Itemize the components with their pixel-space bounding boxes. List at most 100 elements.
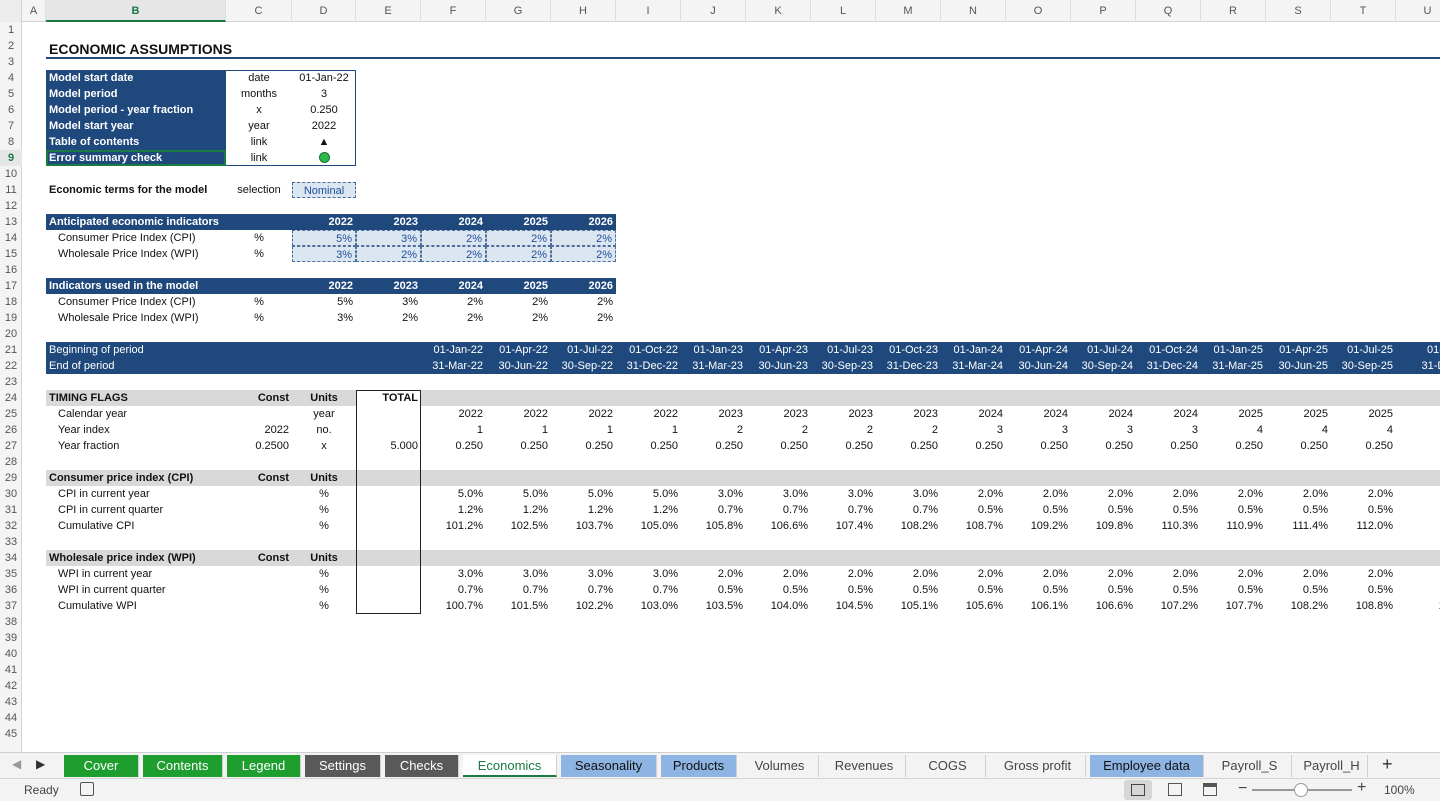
row-header-20[interactable]: 20: [0, 326, 22, 342]
row-header-29[interactable]: 29: [0, 470, 22, 486]
zoom-slider-thumb[interactable]: [1294, 783, 1308, 797]
row-header-35[interactable]: 35: [0, 566, 22, 582]
row-header-11[interactable]: 11: [0, 182, 22, 198]
row-header-9[interactable]: 9: [0, 150, 22, 166]
sheet-grid[interactable]: ECONOMIC ASSUMPTIONS Model start date date…: [22, 22, 1440, 752]
input-cell[interactable]: 2%: [421, 230, 486, 246]
normal-view-icon[interactable]: [1124, 780, 1152, 800]
scroll-right-icon[interactable]: ▶: [36, 757, 45, 771]
row-header-6[interactable]: 6: [0, 102, 22, 118]
column-header-m[interactable]: M: [876, 0, 941, 22]
input-cell[interactable]: 3%: [292, 246, 356, 262]
input-cell[interactable]: 5%: [292, 230, 356, 246]
row-header-30[interactable]: 30: [0, 486, 22, 502]
sheet-tab-cover[interactable]: Cover: [64, 755, 139, 777]
row-header-27[interactable]: 27: [0, 438, 22, 454]
input-cell[interactable]: 2%: [486, 246, 551, 262]
page-layout-icon[interactable]: [1168, 783, 1182, 796]
column-header-k[interactable]: K: [746, 0, 811, 22]
sheet-tab-seasonality[interactable]: Seasonality: [561, 755, 657, 777]
sheet-tab-employee-data[interactable]: Employee data: [1090, 755, 1204, 777]
input-cell[interactable]: 3%: [356, 230, 421, 246]
row-header-28[interactable]: 28: [0, 454, 22, 470]
sheet-tab-cogs[interactable]: COGS: [910, 755, 986, 777]
sheet-tab-payroll-s[interactable]: Payroll_S: [1208, 755, 1292, 777]
row-header-21[interactable]: 21: [0, 342, 22, 358]
row-header-7[interactable]: 7: [0, 118, 22, 134]
select-all-corner[interactable]: [0, 0, 22, 22]
row-header-39[interactable]: 39: [0, 630, 22, 646]
sheet-tab-legend[interactable]: Legend: [227, 755, 301, 777]
column-header-u[interactable]: U: [1396, 0, 1440, 22]
econ-terms-select[interactable]: Nominal: [292, 182, 356, 198]
input-cell[interactable]: 2%: [551, 230, 616, 246]
input-cell[interactable]: 2%: [421, 246, 486, 262]
column-header-f[interactable]: F: [421, 0, 486, 22]
row-header-34[interactable]: 34: [0, 550, 22, 566]
row-header-40[interactable]: 40: [0, 646, 22, 662]
row-header-16[interactable]: 16: [0, 262, 22, 278]
row-header-19[interactable]: 19: [0, 310, 22, 326]
column-header-p[interactable]: P: [1071, 0, 1136, 22]
column-header-q[interactable]: Q: [1136, 0, 1201, 22]
row-header-36[interactable]: 36: [0, 582, 22, 598]
row-header-41[interactable]: 41: [0, 662, 22, 678]
column-header-o[interactable]: O: [1006, 0, 1071, 22]
row-header-43[interactable]: 43: [0, 694, 22, 710]
column-header-i[interactable]: I: [616, 0, 681, 22]
row-header-8[interactable]: 8: [0, 134, 22, 150]
column-header-b[interactable]: B: [46, 0, 226, 22]
row-header-12[interactable]: 12: [0, 198, 22, 214]
column-header-g[interactable]: G: [486, 0, 551, 22]
column-header-l[interactable]: L: [811, 0, 876, 22]
row-header-14[interactable]: 14: [0, 230, 22, 246]
sheet-tab-economics[interactable]: Economics: [463, 755, 557, 777]
zoom-level[interactable]: 100%: [1384, 783, 1415, 797]
row-header-17[interactable]: 17: [0, 278, 22, 294]
sheet-tab-revenues[interactable]: Revenues: [823, 755, 906, 777]
column-header-h[interactable]: H: [551, 0, 616, 22]
add-sheet-button[interactable]: +: [1382, 754, 1393, 775]
sheet-tab-contents[interactable]: Contents: [143, 755, 223, 777]
row-header-18[interactable]: 18: [0, 294, 22, 310]
row-header-4[interactable]: 4: [0, 70, 22, 86]
row-header-42[interactable]: 42: [0, 678, 22, 694]
row-header-24[interactable]: 24: [0, 390, 22, 406]
row-header-26[interactable]: 26: [0, 422, 22, 438]
row-header-31[interactable]: 31: [0, 502, 22, 518]
row-header-32[interactable]: 32: [0, 518, 22, 534]
row-header-22[interactable]: 22: [0, 358, 22, 374]
row-header-2[interactable]: 2: [0, 38, 22, 54]
error-check-link[interactable]: [292, 150, 356, 166]
column-header-c[interactable]: C: [226, 0, 292, 22]
input-cell[interactable]: 2%: [486, 230, 551, 246]
row-header-10[interactable]: 10: [0, 166, 22, 182]
sheet-tab-products[interactable]: Products: [661, 755, 737, 777]
accessibility-icon[interactable]: [80, 782, 94, 796]
input-cell[interactable]: 2%: [551, 246, 616, 262]
page-break-icon[interactable]: [1203, 783, 1217, 796]
row-header-44[interactable]: 44: [0, 710, 22, 726]
row-header-33[interactable]: 33: [0, 534, 22, 550]
row-header-15[interactable]: 15: [0, 246, 22, 262]
column-header-j[interactable]: J: [681, 0, 746, 22]
row-header-13[interactable]: 13: [0, 214, 22, 230]
row-header-3[interactable]: 3: [0, 54, 22, 70]
row-header-38[interactable]: 38: [0, 614, 22, 630]
column-header-e[interactable]: E: [356, 0, 421, 22]
row-header-23[interactable]: 23: [0, 374, 22, 390]
row-header-5[interactable]: 5: [0, 86, 22, 102]
zoom-slider[interactable]: [1252, 783, 1352, 797]
toc-link[interactable]: ▲: [292, 134, 356, 150]
input-cell[interactable]: 2%: [356, 246, 421, 262]
sheet-tab-checks[interactable]: Checks: [385, 755, 459, 777]
row-header-37[interactable]: 37: [0, 598, 22, 614]
row-header-25[interactable]: 25: [0, 406, 22, 422]
sheet-tab-payroll-h[interactable]: Payroll_H: [1296, 755, 1368, 777]
scroll-left-icon[interactable]: ◀: [12, 757, 21, 771]
column-header-r[interactable]: R: [1201, 0, 1266, 22]
column-header-s[interactable]: S: [1266, 0, 1331, 22]
zoom-in-button[interactable]: +: [1357, 779, 1366, 797]
sheet-tab-gross-profit[interactable]: Gross profit: [990, 755, 1086, 777]
zoom-out-button[interactable]: −: [1238, 780, 1247, 798]
